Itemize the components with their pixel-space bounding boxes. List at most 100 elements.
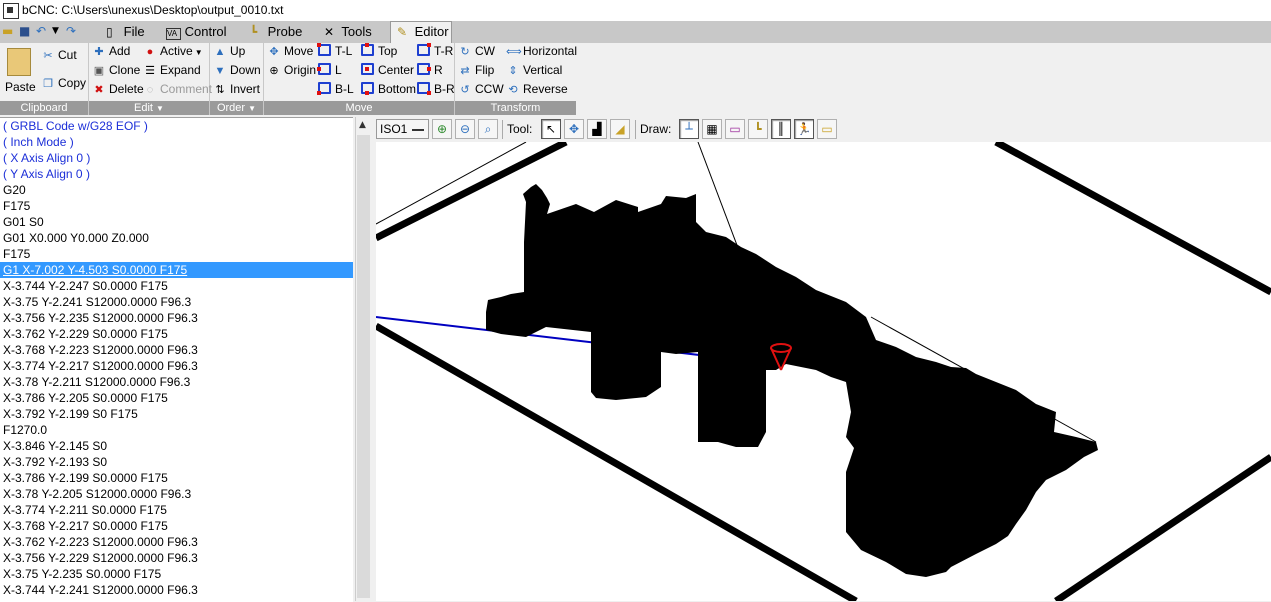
gcode-line[interactable]: X-3.786 Y-2.199 S0.0000 F175 bbox=[3, 470, 168, 486]
gcode-line[interactable]: F175 bbox=[3, 246, 30, 262]
move-center-button[interactable]: Center bbox=[361, 62, 414, 79]
document-icon: ▯ bbox=[106, 25, 113, 39]
toolpath-canvas[interactable] bbox=[376, 142, 1271, 601]
gcode-line[interactable]: X-3.774 Y-2.211 S0.0000 F175 bbox=[3, 502, 167, 518]
gcode-editor[interactable]: ( GRBL Code w/G28 EOF ) ( Inch Mode ) ( … bbox=[0, 117, 353, 602]
cut-button[interactable]: ✂ Cut bbox=[41, 47, 76, 64]
gcode-line[interactable]: X-3.78 Y-2.205 S12000.0000 F96.3 bbox=[3, 486, 191, 502]
active-dropdown[interactable]: ● Active ▼ bbox=[143, 43, 203, 60]
gcode-line[interactable]: X-3.768 Y-2.223 S12000.0000 F96.3 bbox=[3, 342, 198, 358]
up-button[interactable]: ▲ Up bbox=[213, 43, 246, 60]
expand-button[interactable]: ☰ Expand bbox=[143, 62, 201, 79]
paths-toggle-button[interactable]: ║ bbox=[771, 119, 791, 139]
move-r-button[interactable]: R bbox=[417, 62, 443, 79]
reverse-button[interactable]: ⟲ Reverse bbox=[506, 81, 567, 98]
add-button[interactable]: ✚ Add bbox=[92, 43, 130, 60]
gcode-line[interactable]: X-3.762 Y-2.223 S12000.0000 F96.3 bbox=[3, 534, 198, 550]
gcode-line-selected[interactable]: G1 X-7.002 Y-4.503 S0.0000 F175 bbox=[3, 262, 187, 278]
chevron-down-icon[interactable]: ▼ bbox=[156, 104, 164, 113]
pan-tool-button[interactable]: ✥ bbox=[564, 119, 584, 139]
zoom-in-button[interactable]: ⊕ bbox=[432, 119, 452, 139]
move-bl-button[interactable]: B-L bbox=[317, 81, 354, 98]
flip-button[interactable]: ⇄ Flip bbox=[458, 62, 494, 79]
workarea-toggle-button[interactable]: ▭ bbox=[817, 119, 837, 139]
gcode-line[interactable]: ( Inch Mode ) bbox=[3, 134, 74, 150]
view-select[interactable]: ISO1 bbox=[376, 119, 429, 139]
gcode-line[interactable]: G01 X0.000 Y0.000 Z0.000 bbox=[3, 230, 149, 246]
move-br-button[interactable]: B-R bbox=[417, 81, 455, 98]
gcode-line[interactable]: ( GRBL Code w/G28 EOF ) bbox=[3, 118, 148, 134]
open-folder-icon[interactable]: ▬ bbox=[2, 24, 13, 38]
gcode-line[interactable]: ( X Axis Align 0 ) bbox=[3, 150, 90, 166]
tab-editor[interactable]: ✎ Editor bbox=[390, 21, 452, 43]
origin-button[interactable]: ⊕ Origin bbox=[267, 62, 316, 79]
gcode-line[interactable]: F1270.0 bbox=[3, 422, 47, 438]
gcode-line[interactable]: X-3.78 Y-2.211 S12000.0000 F96.3 bbox=[3, 374, 190, 390]
move-tr-button[interactable]: T-R bbox=[417, 43, 453, 60]
probe-icon: ┗ bbox=[754, 122, 762, 136]
mirror-vertical-button[interactable]: ⇕ Vertical bbox=[506, 62, 562, 79]
move-bottom-button[interactable]: Bottom bbox=[361, 81, 416, 98]
paste-label: Paste bbox=[5, 80, 36, 94]
gcode-line[interactable]: X-3.75 Y-2.241 S12000.0000 F96.3 bbox=[3, 294, 191, 310]
gcode-scrollbar[interactable]: ▲ bbox=[355, 117, 372, 601]
clone-button[interactable]: ▣ Clone bbox=[92, 62, 141, 79]
select-tool-button[interactable]: ↖ bbox=[541, 119, 561, 139]
scrollbar-thumb[interactable] bbox=[357, 135, 370, 598]
save-icon[interactable]: ■ bbox=[19, 24, 30, 38]
gcode-line[interactable]: X-3.756 Y-2.235 S12000.0000 F96.3 bbox=[3, 310, 198, 326]
gcode-line[interactable]: X-3.846 Y-2.145 S0 bbox=[3, 438, 107, 454]
invert-button[interactable]: ⇅ Invert bbox=[213, 81, 260, 98]
gantry-tool-button[interactable]: ▟ bbox=[587, 119, 607, 139]
mirror-horizontal-button[interactable]: ⟺Horizontal bbox=[506, 43, 577, 60]
gcode-line[interactable]: X-3.792 Y-2.199 S0 F175 bbox=[3, 406, 138, 422]
rapid-toggle-button[interactable]: 🏃 bbox=[794, 119, 814, 139]
margins-toggle-button[interactable]: ▭ bbox=[725, 119, 745, 139]
zoom-fit-button[interactable]: ⌕ bbox=[478, 119, 498, 139]
gcode-line[interactable]: F175 bbox=[3, 198, 30, 214]
gcode-line[interactable]: X-3.762 Y-2.229 S0.0000 F175 bbox=[3, 326, 168, 342]
ruler-tool-button[interactable]: ◢ bbox=[610, 119, 630, 139]
probe-toggle-button[interactable]: ┗ bbox=[748, 119, 768, 139]
move-l-button[interactable]: L bbox=[317, 62, 342, 79]
gcode-line[interactable]: X-3.744 Y-2.241 S12000.0000 F96.3 bbox=[3, 582, 198, 598]
clone-icon: ▣ bbox=[93, 65, 105, 77]
tab-probe[interactable]: ┗ Probe bbox=[244, 22, 310, 42]
crosshair-icon: ⊕ bbox=[269, 65, 279, 77]
move-group-label: Move bbox=[264, 101, 454, 115]
comment-icon: ◌ bbox=[146, 84, 154, 96]
zoom-out-button[interactable]: ⊖ bbox=[455, 119, 475, 139]
comment-button[interactable]: ◌ Comment bbox=[143, 81, 212, 98]
paste-button[interactable]: Paste bbox=[3, 46, 37, 98]
copy-button[interactable]: ❐ Copy bbox=[41, 75, 86, 92]
gcode-line[interactable]: X-3.774 Y-2.217 S12000.0000 F96.3 bbox=[3, 358, 198, 374]
gcode-line[interactable]: ( Y Axis Align 0 ) bbox=[3, 166, 90, 182]
move-top-button[interactable]: Top bbox=[361, 43, 397, 60]
rotate-ccw-button[interactable]: ↺ CCW bbox=[458, 81, 503, 98]
down-button[interactable]: ▼ Down bbox=[213, 62, 261, 79]
grid-toggle-button[interactable]: ▦ bbox=[702, 119, 722, 139]
redo-icon[interactable]: ↷ bbox=[66, 24, 76, 38]
gcode-line[interactable]: G20 bbox=[3, 182, 26, 198]
gcode-line[interactable]: X-3.744 Y-2.247 S0.0000 F175 bbox=[3, 278, 168, 294]
gcode-line[interactable]: X-3.786 Y-2.205 S0.0000 F175 bbox=[3, 390, 168, 406]
gcode-line[interactable]: X-3.768 Y-2.217 S0.0000 F175 bbox=[3, 518, 168, 534]
delete-icon: ✖ bbox=[94, 84, 104, 96]
axes-toggle-button[interactable]: ┴ bbox=[679, 119, 699, 139]
gcode-line[interactable]: G01 S0 bbox=[3, 214, 44, 230]
gcode-line[interactable]: X-3.75 Y-2.235 S0.0000 F175 bbox=[3, 566, 161, 582]
move-tl-button[interactable]: T-L bbox=[317, 43, 352, 60]
tab-tools[interactable]: ✕ Tools bbox=[318, 22, 382, 42]
gcode-line[interactable]: X-3.792 Y-2.193 S0 bbox=[3, 454, 107, 470]
scroll-up-icon[interactable]: ▲ bbox=[359, 120, 366, 130]
undo-icon[interactable]: ↶ bbox=[36, 24, 46, 38]
chevron-down-icon[interactable]: ▼ bbox=[248, 104, 256, 113]
move-button[interactable]: ✥ Move bbox=[267, 43, 313, 60]
quick-access-toolbar: ▬ ■ ↶ ▼ ↷ bbox=[0, 21, 88, 43]
tab-file[interactable]: ▯ File bbox=[100, 22, 152, 42]
delete-button[interactable]: ✖ Delete bbox=[92, 81, 143, 98]
chevron-down-icon[interactable]: ▼ bbox=[52, 26, 59, 36]
gcode-line[interactable]: X-3.756 Y-2.229 S12000.0000 F96.3 bbox=[3, 550, 198, 566]
tab-control[interactable]: VA Control bbox=[160, 22, 236, 42]
rotate-cw-button[interactable]: ↻ CW bbox=[458, 43, 495, 60]
